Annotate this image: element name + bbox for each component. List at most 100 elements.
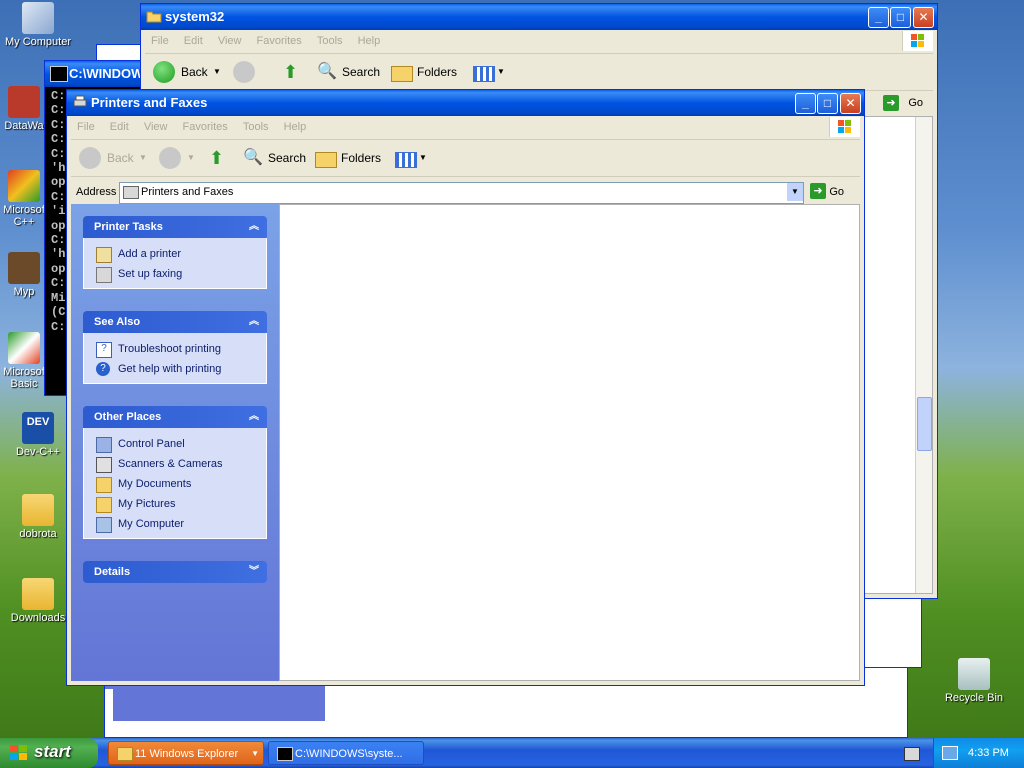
cmd-line: C: [51, 276, 66, 291]
views-dropdown-icon[interactable]: ▼ [419, 146, 427, 170]
minimize-button[interactable]: _ [868, 7, 889, 28]
panel-title: Other Places [94, 411, 162, 423]
maximize-button[interactable]: □ [817, 93, 838, 114]
add-printer-link[interactable]: Add a printer [84, 244, 266, 264]
desktop-icon-downloads[interactable]: Downloads [0, 578, 76, 624]
menu-favorites[interactable]: Favorites [177, 117, 234, 133]
get-help-printing-link[interactable]: ? Get help with printing [84, 359, 266, 379]
taskbar-group-explorer[interactable]: 11 Windows Explorer ▼ [108, 741, 264, 765]
back-button[interactable]: Back [181, 60, 208, 84]
scanners-cameras-link[interactable]: Scanners & Cameras [84, 454, 266, 474]
panel-header[interactable]: Details ︾ [83, 561, 267, 583]
desktop-icon-dobrota[interactable]: dobrota [0, 494, 76, 540]
address-value: Printers and Faxes [141, 186, 234, 198]
panel-header[interactable]: See Also ︽ [83, 311, 267, 333]
back-button[interactable]: Back [107, 146, 134, 170]
menu-bar: File Edit View Favorites Tools Help [71, 117, 860, 140]
scrollbar[interactable] [915, 117, 932, 593]
close-button[interactable]: ✕ [840, 93, 861, 114]
menu-file[interactable]: File [145, 31, 175, 47]
my-documents-link[interactable]: My Documents [84, 474, 266, 494]
scroll-thumb[interactable] [917, 397, 932, 451]
window-title: system32 [165, 9, 225, 24]
collapse-chevron-icon[interactable]: ︽ [249, 216, 259, 238]
menu-edit[interactable]: Edit [104, 117, 135, 133]
add-printer-icon [96, 247, 112, 263]
go-icon[interactable]: ➜ [810, 183, 826, 199]
taskbar-item-cmd[interactable]: C:\WINDOWS\syste... [268, 741, 424, 765]
back-dropdown-icon[interactable]: ▼ [139, 146, 147, 170]
desktop-icon-my-computer[interactable]: My Computer [0, 2, 76, 48]
folders-icon [391, 66, 413, 82]
my-pictures-link[interactable]: My Pictures [84, 494, 266, 514]
network-icon[interactable] [942, 746, 958, 760]
go-button[interactable]: Go [829, 186, 844, 198]
collapse-chevron-icon[interactable]: ︽ [249, 406, 259, 428]
app-icon [8, 332, 40, 364]
collapse-chevron-icon[interactable]: ︽ [249, 311, 259, 333]
forward-arrow-icon[interactable] [233, 61, 255, 83]
help-book-icon: ? [96, 342, 112, 358]
desktop-icon-label: My Computer [4, 36, 72, 48]
menu-view[interactable]: View [212, 31, 248, 47]
menu-help[interactable]: Help [278, 117, 313, 133]
maximize-button[interactable]: □ [890, 7, 911, 28]
views-dropdown-icon[interactable]: ▼ [497, 60, 505, 84]
troubleshoot-printing-link[interactable]: ? Troubleshoot printing [84, 339, 266, 359]
address-dropdown-icon[interactable]: ▼ [787, 183, 803, 201]
menu-tools[interactable]: Tools [237, 117, 275, 133]
up-folder-icon[interactable]: ⬆ [209, 146, 224, 170]
link-label: Add a printer [118, 248, 181, 260]
menu-view[interactable]: View [138, 117, 174, 133]
printers-title-bar[interactable]: Printers and Faxes _ □ ✕ [67, 90, 864, 116]
computer-icon [22, 2, 54, 34]
search-button[interactable]: Search [268, 146, 306, 170]
menu-help[interactable]: Help [352, 31, 387, 47]
task-pane: Printer Tasks ︽ Add a printer Set up faxi… [71, 204, 279, 681]
task-label: C:\WINDOWS\syste... [295, 748, 403, 760]
go-icon[interactable]: ➜ [883, 95, 899, 111]
menu-tools[interactable]: Tools [311, 31, 349, 47]
back-dropdown-icon[interactable]: ▼ [213, 60, 221, 84]
forward-arrow-icon[interactable] [159, 147, 181, 169]
desktop-icon-dev-cpp[interactable]: DEV Dev-C++ [0, 412, 76, 458]
cmd-line: Mi [51, 290, 66, 305]
views-icon[interactable] [473, 66, 495, 82]
views-icon[interactable] [395, 152, 417, 168]
close-button[interactable]: ✕ [913, 7, 934, 28]
system32-title-bar[interactable]: system32 _ □ ✕ [141, 4, 937, 30]
keyboard-icon[interactable] [904, 747, 920, 761]
back-arrow-icon[interactable] [153, 61, 175, 83]
menu-favorites[interactable]: Favorites [251, 31, 308, 47]
printers-window[interactable]: Printers and Faxes _ □ ✕ File Edit View … [66, 89, 865, 686]
address-field[interactable]: Printers and Faxes ▼ [119, 182, 804, 204]
search-icon: 🔍 [317, 63, 337, 80]
panel-header[interactable]: Printer Tasks ︽ [83, 216, 267, 238]
panel-header[interactable]: Other Places ︽ [83, 406, 267, 428]
folders-button[interactable]: Folders [417, 60, 457, 84]
printers-content-area[interactable] [279, 204, 860, 681]
my-computer-link[interactable]: My Computer [84, 514, 266, 534]
desktop-icon-recycle-bin[interactable]: Recycle Bin [936, 658, 1012, 704]
set-up-faxing-link[interactable]: Set up faxing [84, 264, 266, 284]
minimize-button[interactable]: _ [795, 93, 816, 114]
app-icon: DEV [22, 412, 54, 444]
search-button[interactable]: Search [342, 60, 380, 84]
menu-edit[interactable]: Edit [178, 31, 209, 47]
windows-flag-icon [911, 34, 925, 48]
menu-file[interactable]: File [71, 117, 101, 133]
start-button[interactable]: start [0, 738, 98, 768]
folders-button[interactable]: Folders [341, 146, 381, 170]
cmd-line: op [51, 175, 66, 190]
clock[interactable]: 4:33 PM [968, 747, 1009, 759]
forward-dropdown-icon[interactable]: ▼ [187, 146, 195, 170]
control-panel-link[interactable]: Control Panel [84, 434, 266, 454]
go-button[interactable]: Go [908, 97, 923, 109]
up-folder-icon[interactable]: ⬆ [283, 60, 298, 84]
group-dropdown-icon[interactable]: ▼ [251, 742, 259, 764]
see-also-panel: See Also ︽ ? Troubleshoot printing ? Get he… [83, 311, 267, 384]
cmd-line: 'i [51, 204, 66, 219]
back-arrow-icon[interactable] [79, 147, 101, 169]
windows-flag-icon [10, 745, 28, 761]
expand-chevron-icon[interactable]: ︾ [249, 561, 259, 583]
